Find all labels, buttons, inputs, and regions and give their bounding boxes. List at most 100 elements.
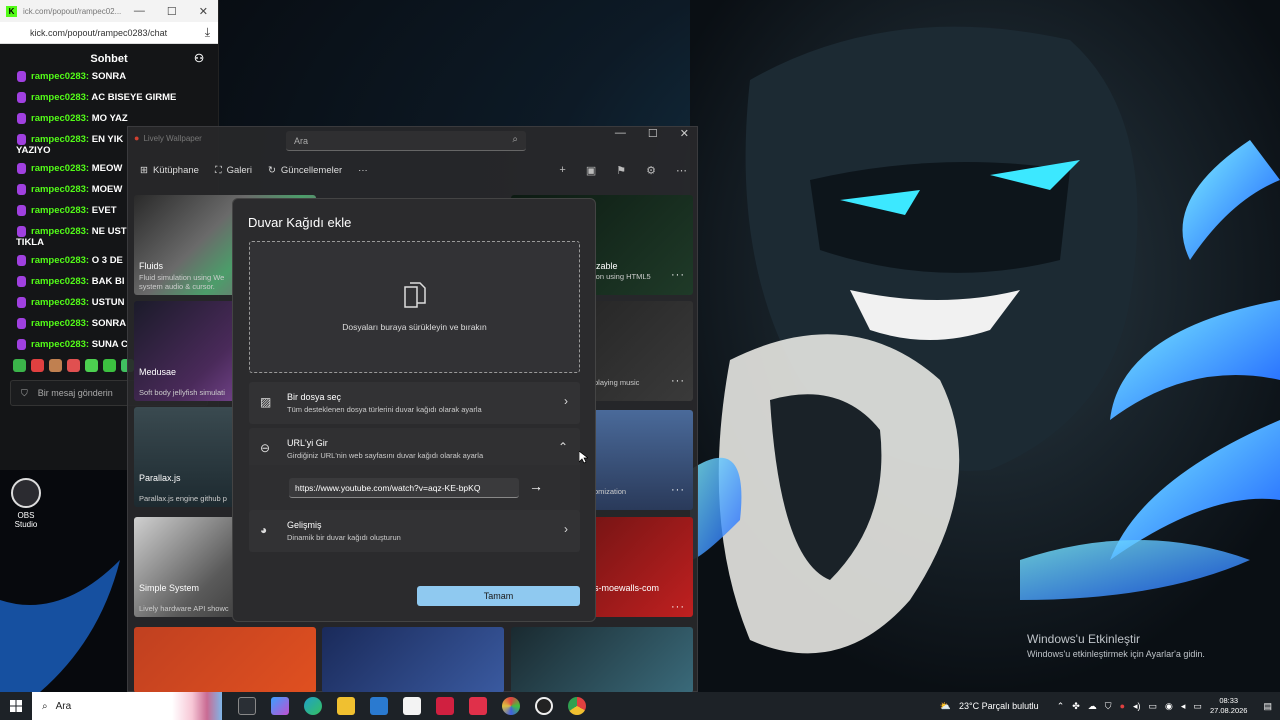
lively-tray-icon[interactable]: ▭ [1149,701,1158,712]
emote-icon[interactable] [13,359,26,372]
emote-icon[interactable] [31,359,44,372]
flag-icon[interactable]: ⚑ [616,164,626,177]
chrome-icon[interactable] [568,697,586,715]
copilot-icon[interactable] [271,697,289,715]
weather-text[interactable]: 23°C Parçalı bulutlu [959,701,1039,711]
desktop-icon-obs[interactable]: OBS Studio [6,478,46,529]
message-text: SONRA [91,71,127,82]
menu-icon[interactable]: ⋯ [676,164,687,177]
security-icon[interactable]: ⛉ [1105,701,1112,712]
record-icon[interactable]: ◉ [1165,701,1173,712]
image-icon: ▨ [260,395,272,409]
emote-icon[interactable] [85,359,98,372]
more-button[interactable]: ··· [358,165,368,176]
message-user[interactable]: rampec0283: [31,163,89,174]
download-icon[interactable]: ⤓ [205,25,210,40]
search-highlight-art [172,692,222,720]
app-icon[interactable] [436,697,454,715]
task-view-icon[interactable] [238,697,256,715]
chevron-up-icon[interactable]: ⌃ [558,440,568,454]
users-icon[interactable]: ⚇ [194,52,204,65]
message-user[interactable]: rampec0283: [31,276,89,287]
shield-icon: ⛉ [21,387,28,398]
emote-icon[interactable] [67,359,80,372]
link-icon: ⊖ [260,441,271,455]
weather-icon[interactable]: ⛅ [940,701,951,712]
message-user[interactable]: rampec0283: [31,71,89,82]
tile-menu-icon[interactable]: ··· [671,484,685,496]
badge-icon [17,205,26,216]
badge-icon [17,113,26,124]
tile-desc: Lively hardware API showc [139,604,229,613]
chevron-up-icon[interactable]: ⌃ [1057,701,1065,712]
wallpaper-tile[interactable] [322,627,504,693]
app-icon[interactable] [469,697,487,715]
screen-icon[interactable]: ▣ [586,164,596,177]
message-user[interactable]: rampec0283: [31,255,89,266]
message-user[interactable]: rampec0283: [31,205,89,216]
emote-icon[interactable] [49,359,62,372]
option-desc: Dinamik bir duvar kağıdı oluşturun [287,533,401,542]
microphone-icon[interactable]: ● [1120,701,1125,711]
gear-icon[interactable]: ⚙ [646,164,656,177]
wallpaper-tile[interactable] [511,627,693,693]
advanced-option[interactable]: ◕ Gelişmiş Dinamik bir duvar kağıdı oluş… [249,510,580,552]
url-input[interactable]: https://www.youtube.com/watch?v=aqz-KE-b… [289,478,519,498]
minimize-button[interactable]: — [615,127,626,140]
taskbar: ⌕ Ara ⛅ 23°C Parçalı bulutlu ⌃ ✤ ☁ ⛉ ● ◂… [0,692,1280,720]
message-user[interactable]: rampec0283: [31,184,89,195]
minimize-button[interactable]: — [134,5,145,18]
wallpaper-tile[interactable] [134,627,316,693]
speaker-icon[interactable]: ◂) [1133,701,1141,712]
obs-taskbar-icon[interactable] [535,697,553,715]
store-icon[interactable] [403,697,421,715]
maximize-button[interactable]: ☐ [648,127,658,140]
lively-search-input[interactable]: Ara ⌕ [286,131,526,151]
clock[interactable]: 08:33 27.08.2026 [1210,696,1248,716]
taskbar-search[interactable]: ⌕ Ara [32,692,222,720]
tab-gallery[interactable]: ⛶ Galeri [215,165,252,176]
tile-menu-icon[interactable]: ··· [671,269,685,281]
add-icon[interactable]: + [559,164,565,177]
tile-menu-icon[interactable]: ··· [671,375,685,387]
file-drop-zone[interactable]: Dosyaları buraya sürükleyin ve bırakın [249,241,580,373]
enter-url-option[interactable]: ⊖ URL'yi Gir Girdiğiniz URL'nin web sayf… [249,428,580,470]
tab-updates[interactable]: ↻ Güncellemeler [268,165,342,176]
message-user[interactable]: rampec0283: [31,318,89,329]
activation-subtitle: Windows'u etkinleştirmek için Ayarlar'a … [1027,649,1205,659]
volume-icon[interactable]: ◂ [1181,701,1186,712]
tile-menu-icon[interactable]: ··· [671,601,685,613]
message-user[interactable]: rampec0283: [31,113,89,124]
choose-file-option[interactable]: ▨ Bir dosya seç Tüm desteklenen dosya tü… [249,382,580,424]
tab-library[interactable]: ⊞ Kütüphane [140,165,199,176]
taskbar-apps [222,697,586,715]
badge-icon [17,255,26,266]
start-button[interactable] [0,692,32,720]
tile-desc: Parallax.js engine github p [139,494,227,503]
palette-icon: ◕ [260,523,268,537]
windows-logo-icon [10,700,22,712]
arrow-right-icon[interactable]: → [529,478,543,494]
notifications-icon[interactable]: ▤ [1263,701,1272,712]
app-icon[interactable] [502,697,520,715]
search-icon[interactable]: ⌕ [512,134,518,145]
address-bar[interactable]: kick.com/popout/rampec0283/chat ⤓ [0,22,218,44]
close-button[interactable]: ✕ [680,127,689,140]
ok-button[interactable]: Tamam [417,586,580,606]
message-text: BAK BI [91,276,125,287]
files-icon [404,282,426,308]
message-user[interactable]: rampec0283: [31,297,89,308]
emote-icon[interactable] [103,359,116,372]
maximize-button[interactable]: ☐ [167,5,177,18]
close-button[interactable]: ✕ [199,5,208,18]
file-explorer-icon[interactable] [337,697,355,715]
mail-icon[interactable] [370,697,388,715]
chat-title: Sohbet [90,53,128,65]
search-icon: ⌕ [42,700,48,712]
battery-icon[interactable]: ▭ [1193,701,1202,712]
network-icon[interactable]: ☁ [1088,701,1097,712]
edge-icon[interactable] [304,697,322,715]
tray-app-icon[interactable]: ✤ [1072,701,1080,712]
message-user[interactable]: rampec0283: [31,92,89,103]
message-user[interactable]: rampec0283: [31,339,89,350]
